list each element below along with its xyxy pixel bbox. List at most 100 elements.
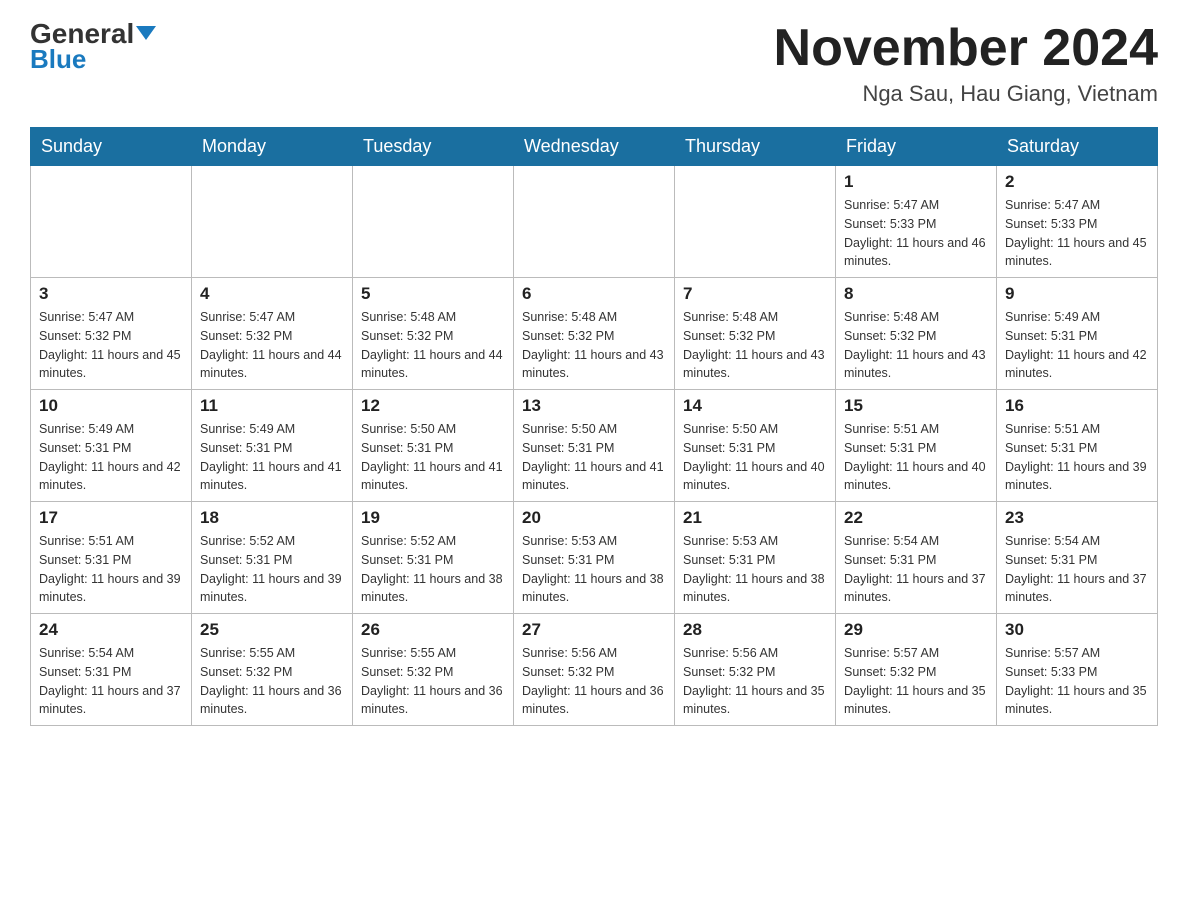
table-row: 18 Sunrise: 5:52 AM Sunset: 5:31 PM Dayli…: [192, 502, 353, 614]
day-info: Sunrise: 5:54 AM Sunset: 5:31 PM Dayligh…: [1005, 532, 1149, 607]
calendar-week-row: 17 Sunrise: 5:51 AM Sunset: 5:31 PM Dayli…: [31, 502, 1158, 614]
day-number: 9: [1005, 284, 1149, 304]
day-info: Sunrise: 5:48 AM Sunset: 5:32 PM Dayligh…: [844, 308, 988, 383]
day-number: 14: [683, 396, 827, 416]
day-info: Sunrise: 5:52 AM Sunset: 5:31 PM Dayligh…: [200, 532, 344, 607]
day-number: 20: [522, 508, 666, 528]
day-number: 8: [844, 284, 988, 304]
day-info: Sunrise: 5:51 AM Sunset: 5:31 PM Dayligh…: [39, 532, 183, 607]
day-number: 23: [1005, 508, 1149, 528]
day-number: 10: [39, 396, 183, 416]
day-info: Sunrise: 5:53 AM Sunset: 5:31 PM Dayligh…: [522, 532, 666, 607]
day-number: 15: [844, 396, 988, 416]
day-number: 12: [361, 396, 505, 416]
logo: General Blue: [30, 20, 156, 75]
day-number: 5: [361, 284, 505, 304]
day-info: Sunrise: 5:48 AM Sunset: 5:32 PM Dayligh…: [361, 308, 505, 383]
table-row: 6Sunrise: 5:48 AM Sunset: 5:32 PM Daylig…: [514, 278, 675, 390]
table-row: [514, 166, 675, 278]
day-number: 16: [1005, 396, 1149, 416]
day-number: 27: [522, 620, 666, 640]
col-saturday: Saturday: [997, 128, 1158, 166]
col-monday: Monday: [192, 128, 353, 166]
day-info: Sunrise: 5:47 AM Sunset: 5:33 PM Dayligh…: [1005, 196, 1149, 271]
table-row: 8 Sunrise: 5:48 AM Sunset: 5:32 PM Daylig…: [836, 278, 997, 390]
location-subtitle: Nga Sau, Hau Giang, Vietnam: [774, 81, 1158, 107]
day-info: Sunrise: 5:50 AM Sunset: 5:31 PM Dayligh…: [683, 420, 827, 495]
table-row: 24 Sunrise: 5:54 AM Sunset: 5:31 PM Dayli…: [31, 614, 192, 726]
day-info: Sunrise: 5:53 AM Sunset: 5:31 PM Dayligh…: [683, 532, 827, 607]
day-number: 19: [361, 508, 505, 528]
col-sunday: Sunday: [31, 128, 192, 166]
table-row: 16Sunrise: 5:51 AM Sunset: 5:31 PM Dayli…: [997, 390, 1158, 502]
day-number: 7: [683, 284, 827, 304]
table-row: 29 Sunrise: 5:57 AM Sunset: 5:32 PM Dayli…: [836, 614, 997, 726]
day-info: Sunrise: 5:56 AM Sunset: 5:32 PM Dayligh…: [522, 644, 666, 719]
page-header: General Blue November 2024 Nga Sau, Hau …: [30, 20, 1158, 107]
day-number: 24: [39, 620, 183, 640]
day-number: 4: [200, 284, 344, 304]
table-row: 23 Sunrise: 5:54 AM Sunset: 5:31 PM Dayli…: [997, 502, 1158, 614]
day-info: Sunrise: 5:54 AM Sunset: 5:31 PM Dayligh…: [39, 644, 183, 719]
table-row: 5 Sunrise: 5:48 AM Sunset: 5:32 PM Daylig…: [353, 278, 514, 390]
table-row: 14 Sunrise: 5:50 AM Sunset: 5:31 PM Dayli…: [675, 390, 836, 502]
table-row: 27 Sunrise: 5:56 AM Sunset: 5:32 PM Dayli…: [514, 614, 675, 726]
table-row: 1 Sunrise: 5:47 AM Sunset: 5:33 PM Daylig…: [836, 166, 997, 278]
table-row: 13 Sunrise: 5:50 AM Sunset: 5:31 PM Dayli…: [514, 390, 675, 502]
day-number: 28: [683, 620, 827, 640]
day-number: 2: [1005, 172, 1149, 192]
table-row: [31, 166, 192, 278]
logo-triangle-icon: [136, 26, 156, 40]
day-number: 21: [683, 508, 827, 528]
table-row: 7 Sunrise: 5:48 AM Sunset: 5:32 PM Daylig…: [675, 278, 836, 390]
calendar-table: Sunday Monday Tuesday Wednesday Thursday…: [30, 127, 1158, 726]
col-tuesday: Tuesday: [353, 128, 514, 166]
day-info: Sunrise: 5:54 AM Sunset: 5:31 PM Dayligh…: [844, 532, 988, 607]
day-info: Sunrise: 5:50 AM Sunset: 5:31 PM Dayligh…: [361, 420, 505, 495]
table-row: 21 Sunrise: 5:53 AM Sunset: 5:31 PM Dayli…: [675, 502, 836, 614]
col-friday: Friday: [836, 128, 997, 166]
day-info: Sunrise: 5:57 AM Sunset: 5:33 PM Dayligh…: [1005, 644, 1149, 719]
table-row: 11 Sunrise: 5:49 AM Sunset: 5:31 PM Dayli…: [192, 390, 353, 502]
day-info: Sunrise: 5:57 AM Sunset: 5:32 PM Dayligh…: [844, 644, 988, 719]
day-info: Sunrise: 5:56 AM Sunset: 5:32 PM Dayligh…: [683, 644, 827, 719]
day-info: Sunrise: 5:51 AM Sunset: 5:31 PM Dayligh…: [844, 420, 988, 495]
day-info: Sunrise: 5:49 AM Sunset: 5:31 PM Dayligh…: [1005, 308, 1149, 383]
table-row: 17 Sunrise: 5:51 AM Sunset: 5:31 PM Dayli…: [31, 502, 192, 614]
day-info: Sunrise: 5:49 AM Sunset: 5:31 PM Dayligh…: [39, 420, 183, 495]
calendar-week-row: 10 Sunrise: 5:49 AM Sunset: 5:31 PM Dayli…: [31, 390, 1158, 502]
table-row: 20 Sunrise: 5:53 AM Sunset: 5:31 PM Dayli…: [514, 502, 675, 614]
table-row: 19 Sunrise: 5:52 AM Sunset: 5:31 PM Dayli…: [353, 502, 514, 614]
day-number: 18: [200, 508, 344, 528]
table-row: 10 Sunrise: 5:49 AM Sunset: 5:31 PM Dayli…: [31, 390, 192, 502]
table-row: 26Sunrise: 5:55 AM Sunset: 5:32 PM Dayli…: [353, 614, 514, 726]
day-info: Sunrise: 5:47 AM Sunset: 5:32 PM Dayligh…: [39, 308, 183, 383]
day-number: 6: [522, 284, 666, 304]
day-info: Sunrise: 5:47 AM Sunset: 5:32 PM Dayligh…: [200, 308, 344, 383]
day-info: Sunrise: 5:52 AM Sunset: 5:31 PM Dayligh…: [361, 532, 505, 607]
day-number: 22: [844, 508, 988, 528]
table-row: 2 Sunrise: 5:47 AM Sunset: 5:33 PM Daylig…: [997, 166, 1158, 278]
day-number: 13: [522, 396, 666, 416]
calendar-week-row: 1 Sunrise: 5:47 AM Sunset: 5:33 PM Daylig…: [31, 166, 1158, 278]
table-row: 30 Sunrise: 5:57 AM Sunset: 5:33 PM Dayli…: [997, 614, 1158, 726]
table-row: 25Sunrise: 5:55 AM Sunset: 5:32 PM Dayli…: [192, 614, 353, 726]
month-title: November 2024: [774, 20, 1158, 77]
day-info: Sunrise: 5:47 AM Sunset: 5:33 PM Dayligh…: [844, 196, 988, 271]
table-row: 28 Sunrise: 5:56 AM Sunset: 5:32 PM Dayli…: [675, 614, 836, 726]
day-number: 30: [1005, 620, 1149, 640]
day-number: 3: [39, 284, 183, 304]
day-number: 11: [200, 396, 344, 416]
day-number: 25: [200, 620, 344, 640]
day-number: 1: [844, 172, 988, 192]
day-number: 26: [361, 620, 505, 640]
calendar-week-row: 24 Sunrise: 5:54 AM Sunset: 5:31 PM Dayli…: [31, 614, 1158, 726]
table-row: 12 Sunrise: 5:50 AM Sunset: 5:31 PM Dayli…: [353, 390, 514, 502]
table-row: 9 Sunrise: 5:49 AM Sunset: 5:31 PM Daylig…: [997, 278, 1158, 390]
day-number: 17: [39, 508, 183, 528]
table-row: [353, 166, 514, 278]
day-info: Sunrise: 5:48 AM Sunset: 5:32 PM Dayligh…: [683, 308, 827, 383]
day-number: 29: [844, 620, 988, 640]
day-info: Sunrise: 5:49 AM Sunset: 5:31 PM Dayligh…: [200, 420, 344, 495]
day-info: Sunrise: 5:50 AM Sunset: 5:31 PM Dayligh…: [522, 420, 666, 495]
